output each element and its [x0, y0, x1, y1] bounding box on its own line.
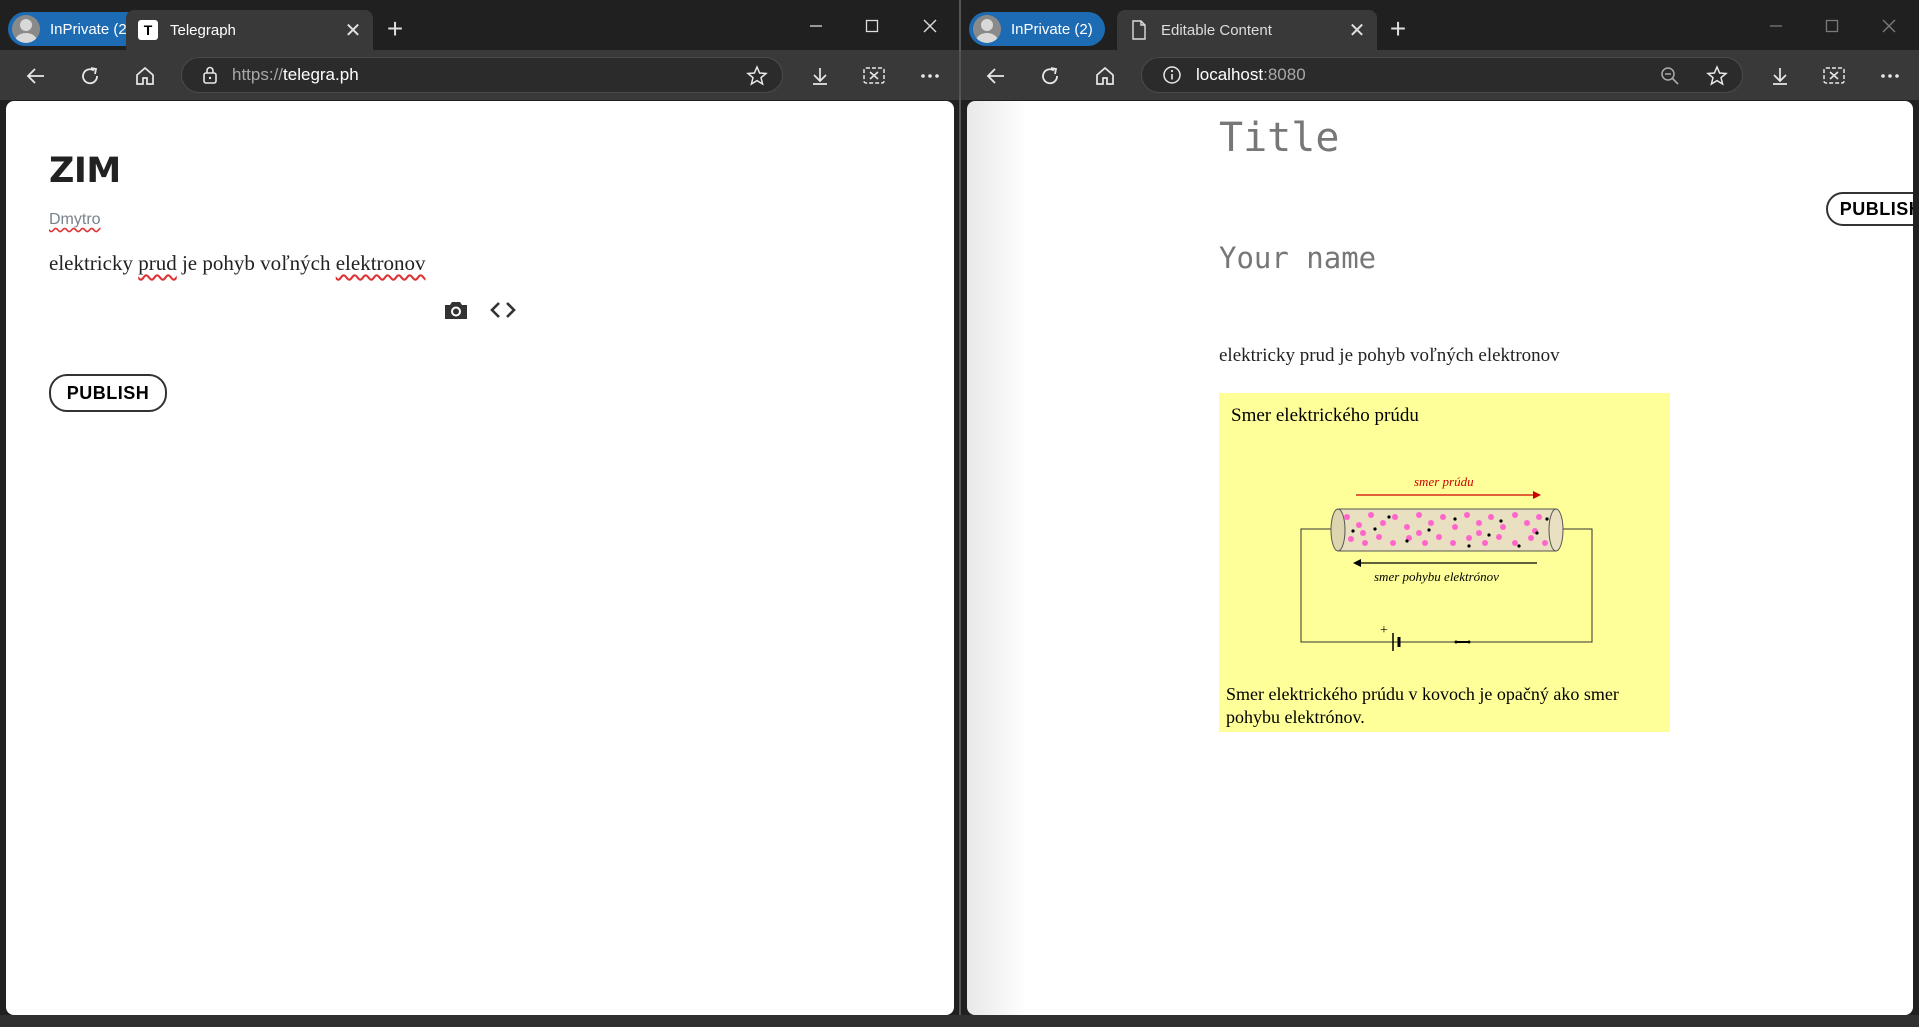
- more-icon: [921, 74, 939, 78]
- inprivate-badge[interactable]: InPrivate (2): [8, 12, 144, 46]
- address-bar[interactable]: https://telegra.ph: [181, 57, 783, 93]
- article-body[interactable]: elektricky prud je pohyb voľných elektro…: [49, 251, 426, 276]
- embedded-image: Smer elektrického prúdu smer prúdu smer …: [1219, 393, 1670, 732]
- minimize-icon: [810, 25, 822, 27]
- maximize-button[interactable]: [852, 8, 892, 44]
- home-button[interactable]: [1089, 61, 1121, 91]
- maximize-icon: [865, 19, 879, 33]
- body-word: elektricky: [49, 251, 133, 275]
- close-tab-icon[interactable]: ✕: [1345, 18, 1369, 42]
- url-port: :8080: [1263, 65, 1306, 84]
- article-author[interactable]: Dmytro: [49, 211, 101, 229]
- home-icon: [1096, 66, 1114, 85]
- page-shadow: [967, 101, 1027, 1015]
- more-button[interactable]: [914, 61, 946, 91]
- more-button[interactable]: [1874, 61, 1906, 91]
- tab-editable-content[interactable]: Editable Content ✕: [1117, 10, 1377, 50]
- minimize-button[interactable]: [1756, 8, 1796, 44]
- body-word: je pohyb voľných: [181, 251, 331, 275]
- screenshot-button[interactable]: [1818, 61, 1850, 91]
- refresh-icon: [1042, 67, 1058, 85]
- back-arrow-icon: [986, 68, 1004, 84]
- close-icon: [1882, 19, 1896, 33]
- lock-icon[interactable]: [202, 66, 218, 84]
- body-word-misspelled: elektronov: [335, 251, 426, 275]
- insert-toolbar: [443, 299, 517, 326]
- figure-caption: Smer elektrického prúdu v kovoch je opač…: [1226, 684, 1619, 727]
- download-icon: [1773, 68, 1787, 85]
- label-current-direction: smer prúdu: [1414, 474, 1474, 489]
- site-info-icon[interactable]: [1162, 65, 1182, 85]
- home-icon: [136, 66, 154, 85]
- downloads-button[interactable]: [1764, 61, 1796, 91]
- back-button[interactable]: [20, 61, 52, 91]
- screenshot-icon: [1823, 67, 1845, 84]
- downloads-button[interactable]: [804, 61, 836, 91]
- zoom-icon[interactable]: [1660, 66, 1680, 91]
- navigation-toolbar: localhost:8080: [961, 50, 1919, 100]
- label-electron-direction: smer pohybu elektrónov: [1374, 569, 1499, 584]
- current-direction-diagram: [1300, 491, 1593, 651]
- inprivate-label: InPrivate (2): [50, 20, 132, 38]
- name-placeholder[interactable]: Your name: [1219, 241, 1376, 275]
- home-button[interactable]: [129, 61, 161, 91]
- title-placeholder[interactable]: Title: [1219, 115, 1339, 161]
- navigation-toolbar: https://telegra.ph: [0, 50, 960, 100]
- close-window-button[interactable]: [1869, 8, 1909, 44]
- tab-bar: InPrivate (2) Editable Content ✕ +: [961, 0, 1919, 50]
- battery-plus-label: +: [1380, 623, 1388, 638]
- url-host: telegra.ph: [283, 65, 359, 84]
- url-scheme: https://: [232, 65, 284, 84]
- page-viewport: Title PUBLISH Your name elektricky prud …: [967, 101, 1913, 1015]
- address-bar[interactable]: localhost:8080: [1141, 57, 1743, 93]
- new-tab-button[interactable]: +: [380, 13, 410, 44]
- telegraph-favicon-icon: T: [138, 20, 158, 40]
- more-icon: [1881, 74, 1899, 78]
- refresh-button[interactable]: [74, 61, 106, 91]
- page-viewport: ZIM Dmytro elektricky prud je pohyb voľn…: [6, 101, 954, 1015]
- url-host: localhost: [1196, 65, 1264, 84]
- tab-bar: InPrivate (2) T Telegraph ✕ +: [0, 0, 960, 50]
- screenshot-icon: [863, 67, 885, 84]
- close-window-button[interactable]: [910, 8, 950, 44]
- profile-avatar-icon: [973, 15, 1001, 43]
- profile-avatar-icon: [12, 15, 40, 43]
- publish-button[interactable]: PUBLISH: [49, 374, 167, 412]
- minimize-icon: [1770, 25, 1782, 27]
- download-icon: [813, 68, 827, 85]
- refresh-button[interactable]: [1034, 61, 1066, 91]
- close-icon: [923, 19, 937, 33]
- tab-telegraph[interactable]: T Telegraph ✕: [126, 10, 373, 50]
- inprivate-badge[interactable]: InPrivate (2): [969, 12, 1105, 46]
- article-title[interactable]: ZIM: [49, 151, 121, 191]
- camera-icon[interactable]: [443, 299, 469, 326]
- screenshot-button[interactable]: [858, 61, 890, 91]
- back-arrow-icon: [26, 68, 44, 84]
- minimize-button[interactable]: [796, 8, 836, 44]
- body-text[interactable]: elektricky prud je pohyb voľných elektro…: [1219, 345, 1560, 367]
- back-button[interactable]: [980, 61, 1012, 91]
- body-word-misspelled: prud: [138, 251, 177, 275]
- browser-window-left: InPrivate (2) T Telegraph ✕ + https:// t…: [0, 0, 960, 1027]
- code-embed-icon[interactable]: [489, 299, 517, 326]
- publish-button[interactable]: PUBLISH: [1826, 192, 1913, 226]
- browser-window-right: InPrivate (2) Editable Content ✕ + local…: [961, 0, 1919, 1027]
- tab-title: Editable Content: [1161, 21, 1272, 39]
- maximize-icon: [1825, 19, 1839, 33]
- favorite-star-icon[interactable]: [1706, 65, 1728, 92]
- inprivate-label: InPrivate (2): [1011, 20, 1093, 38]
- favorite-star-icon[interactable]: [746, 65, 768, 92]
- close-tab-icon[interactable]: ✕: [341, 18, 365, 42]
- new-tab-button[interactable]: +: [1383, 13, 1413, 44]
- tab-title: Telegraph: [170, 21, 236, 39]
- maximize-button[interactable]: [1812, 8, 1852, 44]
- refresh-icon: [82, 67, 98, 85]
- document-icon: [1129, 20, 1149, 40]
- taskbar-strip: [0, 1015, 1919, 1027]
